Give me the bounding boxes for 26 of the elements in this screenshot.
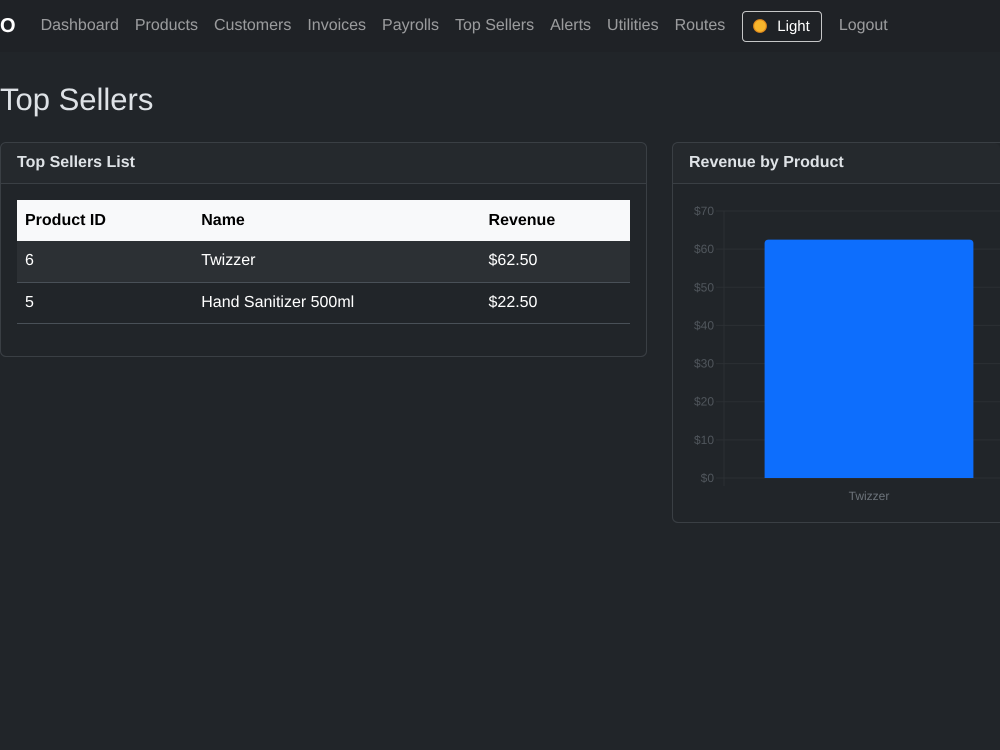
nav-link[interactable]: Invoices xyxy=(299,8,374,44)
card-title: Revenue by Product xyxy=(689,154,844,172)
nav-link[interactable]: Top Sellers xyxy=(446,8,542,44)
table-cell: 5 xyxy=(17,282,194,323)
table-cell: 6 xyxy=(17,241,194,282)
theme-toggle-button[interactable]: Light xyxy=(742,10,822,42)
nav-link[interactable]: Routes xyxy=(666,8,734,44)
table-cell: Twizzer xyxy=(193,241,481,282)
table-cell: Hand Sanitizer 500ml xyxy=(193,282,481,323)
table-header-cell: Revenue xyxy=(480,200,630,241)
table-cell: $62.50 xyxy=(480,241,630,282)
table-cell: $22.50 xyxy=(480,282,630,323)
brand-text[interactable]: O xyxy=(0,14,16,38)
card-title: Top Sellers List xyxy=(17,154,135,172)
nav-link[interactable]: Products xyxy=(126,8,206,44)
table-header-cell: Name xyxy=(193,200,481,241)
x-axis-label: Twizzer xyxy=(848,489,890,503)
sun-icon xyxy=(753,19,768,33)
nav-link[interactable]: Payrolls xyxy=(374,8,447,44)
nav-link[interactable]: Customers xyxy=(206,8,300,44)
logout-link[interactable]: Logout xyxy=(830,8,896,44)
page-title: Top Sellers xyxy=(0,81,154,119)
nav-link[interactable]: Dashboard xyxy=(32,8,127,44)
nav-link[interactable]: Alerts xyxy=(542,8,600,44)
table-header-cell: Product ID xyxy=(17,200,194,241)
nav-link[interactable]: Utilities xyxy=(599,8,667,44)
